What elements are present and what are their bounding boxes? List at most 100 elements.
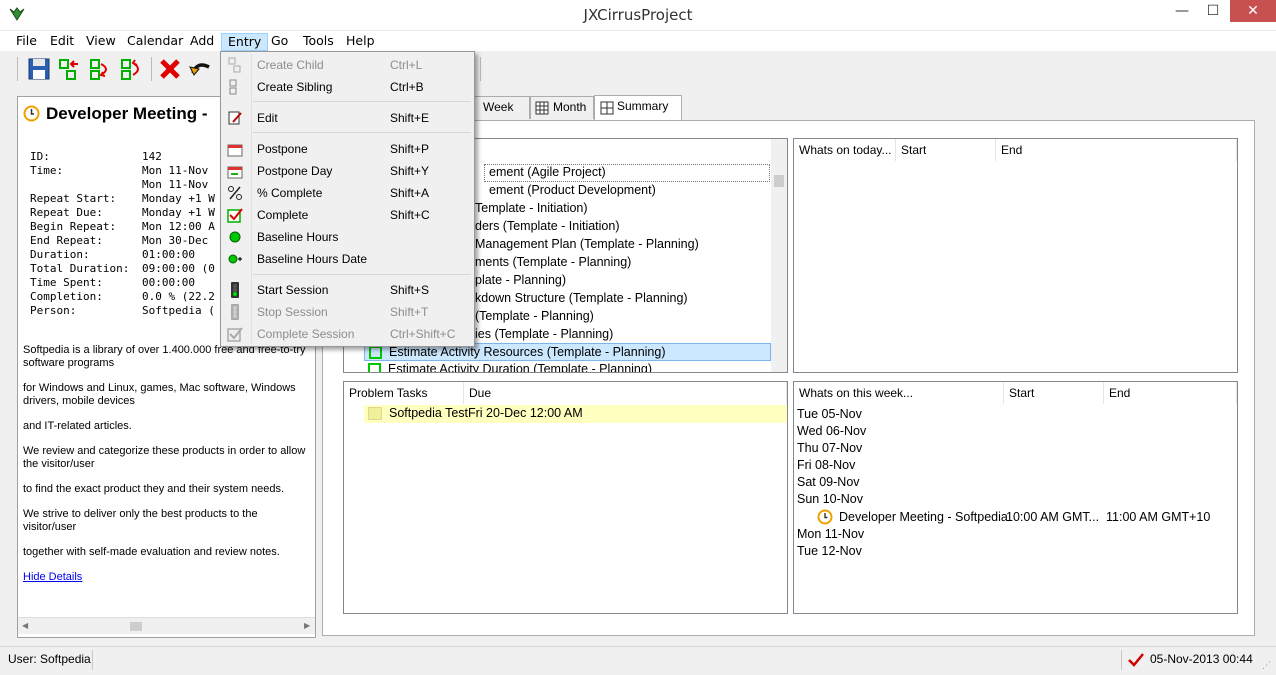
column-header[interactable]: Whats on today... — [794, 139, 896, 161]
menu-item-shortcut: Shift+S — [390, 283, 430, 297]
resize-grip-icon[interactable]: ⋰ — [1262, 661, 1271, 671]
add-sibling-icon[interactable] — [87, 55, 115, 83]
list-item[interactable]: kdown Structure (Template - Planning) — [475, 291, 688, 305]
list-item[interactable]: Management Plan (Template - Planning) — [475, 237, 699, 251]
summary-grid-icon — [600, 101, 614, 115]
menu-item-postpone-day[interactable]: Postpone Day Shift+Y — [223, 160, 473, 182]
menu-item-shortcut: Shift+Y — [390, 164, 430, 178]
list-item[interactable]: ders (Template - Initiation) — [475, 219, 620, 233]
problem-task-name: Softpedia Test — [389, 406, 468, 420]
scroll-right-icon[interactable]: ▶ — [304, 621, 310, 630]
column-header[interactable]: Due — [464, 382, 787, 404]
menu-view[interactable]: View — [80, 33, 122, 51]
toolbar-separator — [17, 57, 18, 81]
menu-help[interactable]: Help — [340, 33, 381, 51]
detail-title: Developer Meeting - — [46, 104, 208, 123]
description-paragraph: We strive to deliver only the best produ… — [23, 508, 258, 533]
description-paragraph: and IT-related articles. — [23, 420, 132, 432]
add-child-icon[interactable] — [56, 55, 84, 83]
tab-month[interactable]: Month — [530, 96, 594, 119]
scroll-left-icon[interactable]: ◀ — [22, 621, 28, 630]
postpone-day-icon — [227, 166, 243, 179]
close-button[interactable]: ✕ — [1230, 0, 1276, 22]
status-separator — [1121, 650, 1122, 670]
week-day[interactable]: Mon 11-Nov — [797, 527, 864, 541]
problem-task-due: Fri 20-Dec 12:00 AM — [468, 406, 583, 420]
vertical-scrollbar[interactable] — [771, 139, 787, 372]
create-sibling-icon — [229, 79, 237, 95]
menu-item-complete[interactable]: Complete Shift+C — [223, 204, 473, 226]
menu-file[interactable]: File — [10, 33, 43, 51]
menu-tools[interactable]: Tools — [297, 33, 340, 51]
list-item[interactable]: ments (Template - Planning) — [475, 255, 631, 269]
menu-item-create-sibling[interactable]: Create Sibling Ctrl+B — [223, 76, 473, 98]
task-status-icon — [368, 363, 381, 372]
save-icon[interactable] — [25, 55, 53, 83]
menu-go[interactable]: Go — [265, 33, 294, 51]
menu-item-label: Create Sibling — [257, 80, 333, 94]
menu-edit[interactable]: Edit — [44, 33, 80, 51]
menu-item-edit[interactable]: Edit Shift+E — [223, 107, 473, 129]
toolbar-separator — [151, 57, 152, 81]
menu-entry[interactable]: Entry — [221, 33, 269, 51]
delete-icon[interactable] — [156, 55, 184, 83]
field-key: End Repeat: — [30, 234, 103, 247]
column-header[interactable]: Problem Tasks — [344, 382, 464, 404]
menu-item-start-session[interactable]: Start Session Shift+S — [223, 279, 473, 301]
list-item[interactable]: Estimate Activity Duration (Template - P… — [388, 362, 652, 372]
menu-separator — [253, 274, 471, 275]
list-item[interactable]: ement (Agile Project) — [489, 165, 606, 179]
week-day[interactable]: Sun 10-Nov — [797, 492, 863, 506]
field-key: Duration: — [30, 248, 90, 261]
menu-calendar[interactable]: Calendar — [121, 33, 189, 51]
undo-icon[interactable] — [187, 55, 215, 83]
table-row[interactable]: Softpedia Test Fri 20-Dec 12:00 AM — [364, 405, 787, 423]
menu-item-label: Complete Session — [257, 327, 355, 341]
week-event-title[interactable]: Developer Meeting - Softpedia — [839, 510, 1008, 524]
check-icon — [227, 327, 243, 342]
menu-item-shortcut: Shift+E — [390, 111, 430, 125]
menu-item-label: Baseline Hours — [257, 230, 339, 244]
clock-icon — [23, 105, 40, 122]
field-value: Softpedia ( — [142, 304, 215, 317]
column-header[interactable]: Start — [896, 139, 996, 161]
hide-details-link[interactable]: Hide Details — [23, 571, 311, 584]
maximize-button[interactable]: ☐ — [1198, 0, 1228, 22]
field-value: 0.0 % (22.2 — [142, 290, 215, 303]
week-day[interactable]: Wed 06-Nov — [797, 424, 866, 438]
week-day[interactable]: Tue 05-Nov — [797, 407, 862, 421]
week-day[interactable]: Thu 07-Nov — [797, 441, 862, 455]
menu-item-postpone[interactable]: Postpone Shift+P — [223, 138, 473, 160]
menu-item-stop-session[interactable]: Stop Session Shift+T — [223, 301, 473, 323]
column-header[interactable]: End — [996, 139, 1237, 161]
menu-add[interactable]: Add — [184, 33, 220, 51]
list-item[interactable]: Template - Initiation) — [475, 201, 588, 215]
week-day[interactable]: Sat 09-Nov — [797, 475, 860, 489]
week-day[interactable]: Fri 08-Nov — [797, 458, 855, 472]
minimize-button[interactable]: — — [1167, 0, 1197, 22]
menu-item-label: Create Child — [257, 58, 324, 72]
menu-item-label: % Complete — [257, 186, 323, 200]
tab-summary[interactable]: Summary — [594, 95, 682, 121]
column-header[interactable]: Whats on this week... — [794, 382, 1004, 404]
menu-item-complete-session[interactable]: Complete Session Ctrl+Shift+C — [223, 323, 473, 345]
scroll-thumb[interactable] — [130, 622, 142, 631]
scroll-thumb[interactable] — [774, 175, 784, 187]
horizontal-scrollbar[interactable]: ◀ ▶ — [18, 617, 315, 634]
tab-week-label: Week — [483, 100, 514, 114]
menu-item-baseline-hours[interactable]: Baseline Hours — [223, 226, 473, 248]
week-day[interactable]: Tue 12-Nov — [797, 544, 862, 558]
list-item[interactable]: ement (Product Development) — [489, 183, 656, 197]
list-item[interactable]: (Template - Planning) — [475, 309, 594, 323]
menu-item-percent-complete[interactable]: % Complete Shift+A — [223, 182, 473, 204]
edit-icon — [228, 111, 242, 125]
column-header[interactable]: Start — [1004, 382, 1104, 404]
list-item[interactable]: plate - Planning) — [475, 273, 566, 287]
move-icon[interactable] — [118, 55, 146, 83]
menu-item-create-child[interactable]: Create Child Ctrl+L — [223, 54, 473, 76]
column-header[interactable]: End — [1104, 382, 1237, 404]
list-item[interactable]: Estimate Activity Resources (Template - … — [389, 345, 666, 359]
list-item[interactable]: ies (Template - Planning) — [475, 327, 613, 341]
menu-item-baseline-hours-date[interactable]: Baseline Hours Date — [223, 248, 473, 270]
field-value: 01:00:00 — [142, 248, 195, 261]
